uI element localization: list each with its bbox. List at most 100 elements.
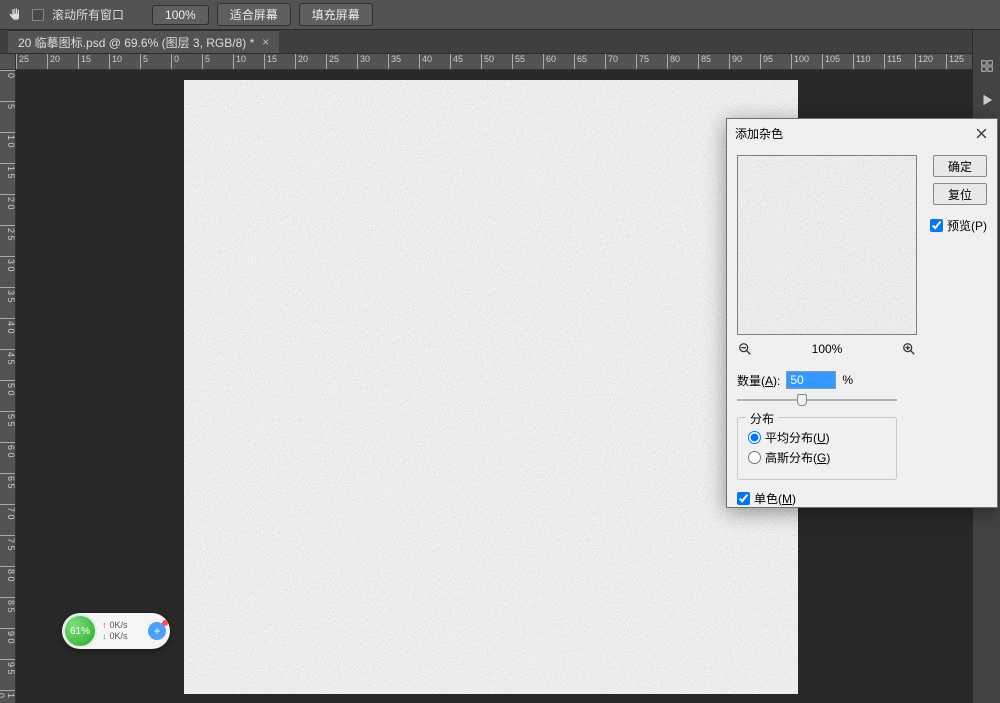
add-noise-dialog: 添加杂色 确定 复位 预览(P) 100% [726, 118, 998, 508]
download-arrow-icon: ↓ [102, 631, 107, 642]
ruler-h-tick: 85 [698, 54, 711, 70]
fill-screen-button[interactable]: 填充屏幕 [299, 3, 373, 26]
play-icon[interactable] [979, 92, 995, 108]
ok-button[interactable]: 确定 [933, 155, 987, 177]
scroll-all-windows-label: 滚动所有窗口 [52, 6, 124, 23]
distribution-group-title: 分布 [746, 410, 778, 427]
ruler-h-tick: 55 [512, 54, 525, 70]
document-tabs: 20 临摹图标.psd @ 69.6% (图层 3, RGB/8) * × [0, 30, 1000, 54]
ruler-origin[interactable] [0, 54, 16, 70]
uniform-radio-label: 平均分布(U) [765, 429, 830, 446]
ruler-h-tick: 65 [574, 54, 587, 70]
ruler-v-tick: 3 0 [0, 256, 16, 272]
ruler-h-tick: 25 [326, 54, 339, 70]
panel-icon-1[interactable] [979, 58, 995, 74]
reset-button[interactable]: 复位 [933, 183, 987, 205]
ruler-h-tick: 75 [636, 54, 649, 70]
amount-input[interactable] [786, 371, 836, 389]
amount-unit: % [842, 373, 853, 387]
ruler-v-tick: 1 0 [0, 132, 16, 148]
ruler-h-tick: 105 [822, 54, 840, 70]
ruler-v-tick: 1 5 [0, 163, 16, 179]
ruler-h-tick: 10 [109, 54, 122, 70]
ruler-v-tick: 9 5 [0, 659, 16, 675]
ruler-v-tick: 8 5 [0, 597, 16, 613]
ruler-h-tick: 90 [729, 54, 742, 70]
dialog-title: 添加杂色 [735, 125, 783, 142]
ruler-v-tick: 1 0 [0, 690, 16, 703]
memory-usage-ball[interactable]: 61% [63, 614, 97, 648]
uniform-radio[interactable] [748, 431, 761, 444]
fit-screen-button[interactable]: 适合屏幕 [217, 3, 291, 26]
ruler-v-tick: 6 5 [0, 473, 16, 489]
ruler-v-tick: 0 [0, 70, 16, 78]
ruler-v-tick: 4 5 [0, 349, 16, 365]
zoom-100-button[interactable]: 100% [152, 5, 209, 25]
monochrome-checkbox-label: 单色(M) [754, 490, 796, 507]
document-canvas[interactable] [184, 80, 798, 694]
preview-checkbox[interactable] [930, 219, 943, 232]
dialog-close-button[interactable] [971, 123, 991, 143]
ruler-v-tick: 7 5 [0, 535, 16, 551]
upload-speed: 0K/s [110, 620, 128, 631]
ruler-h-tick: 115 [884, 54, 901, 70]
ruler-v-tick: 7 0 [0, 504, 16, 520]
amount-slider[interactable] [737, 393, 897, 407]
noise-preview-image [184, 80, 798, 694]
gaussian-radio[interactable] [748, 451, 761, 464]
ruler-h-tick: 15 [78, 54, 91, 70]
ruler-v-tick: 9 0 [0, 628, 16, 644]
document-tab-title: 20 临摹图标.psd @ 69.6% (图层 3, RGB/8) * [18, 34, 254, 51]
options-bar: 滚动所有窗口 100% 适合屏幕 填充屏幕 [0, 0, 1000, 30]
ruler-v-tick: 4 0 [0, 318, 16, 334]
ruler-h-tick: 20 [47, 54, 60, 70]
ruler-v-tick: 2 5 [0, 225, 16, 241]
preview-checkbox-label: 预览(P) [947, 217, 987, 234]
ruler-h-tick: 0 [171, 54, 179, 70]
ruler-h-tick: 30 [357, 54, 370, 70]
net-stats: ↑0K/s ↓0K/s [98, 620, 148, 642]
ruler-h-tick: 25 [16, 54, 29, 70]
vertical-ruler[interactable]: 0 5 1 0 1 5 2 0 2 5 3 0 3 5 4 0 4 5 5 0 5 5 6 0 6 5 7 … [0, 70, 16, 703]
ruler-h-tick: 35 [388, 54, 401, 70]
ruler-h-tick: 80 [667, 54, 680, 70]
ruler-h-tick: 110 [853, 54, 870, 70]
ruler-h-tick: 40 [419, 54, 432, 70]
ruler-v-tick: 6 0 [0, 442, 16, 458]
zoom-out-button[interactable] [737, 341, 753, 357]
upload-arrow-icon: ↑ [102, 620, 107, 631]
document-tab[interactable]: 20 临摹图标.psd @ 69.6% (图层 3, RGB/8) * × [8, 30, 279, 53]
scroll-all-windows-checkbox[interactable] [32, 9, 44, 21]
ruler-h-tick: 20 [295, 54, 308, 70]
close-tab-icon[interactable]: × [262, 35, 269, 49]
ruler-v-tick: 3 5 [0, 287, 16, 303]
amount-label: 数量(A): [737, 372, 780, 389]
dialog-preview[interactable] [737, 155, 917, 335]
ruler-v-tick: 5 5 [0, 411, 16, 427]
ruler-h-tick: 50 [481, 54, 494, 70]
ruler-h-tick: 95 [760, 54, 773, 70]
gaussian-radio-label: 高斯分布(G) [765, 449, 830, 466]
widget-add-button[interactable]: + [148, 622, 166, 640]
ruler-v-tick: 8 0 [0, 566, 16, 582]
ruler-h-tick: 15 [264, 54, 277, 70]
network-monitor-widget[interactable]: 61% ↑0K/s ↓0K/s + [62, 613, 170, 649]
ruler-h-tick: 5 [202, 54, 210, 70]
ruler-v-tick: 2 0 [0, 194, 16, 210]
ruler-h-tick: 60 [543, 54, 556, 70]
distribution-group: 分布 平均分布(U) 高斯分布(G) [737, 417, 897, 480]
ruler-h-tick: 5 [140, 54, 148, 70]
hand-tool-icon [6, 6, 24, 24]
ruler-h-tick: 10 [233, 54, 246, 70]
amount-slider-thumb[interactable] [797, 394, 807, 406]
ruler-v-tick: 5 0 [0, 380, 16, 396]
ruler-h-tick: 70 [605, 54, 618, 70]
monochrome-checkbox[interactable] [737, 492, 750, 505]
horizontal-ruler[interactable]: 2520151050510152025303540455055606570758… [16, 54, 972, 70]
ruler-h-tick: 100 [791, 54, 809, 70]
zoom-in-button[interactable] [901, 341, 917, 357]
ruler-v-tick: 5 [0, 101, 16, 109]
zoom-level-label: 100% [812, 342, 843, 356]
download-speed: 0K/s [110, 631, 128, 642]
ruler-h-tick: 45 [450, 54, 463, 70]
